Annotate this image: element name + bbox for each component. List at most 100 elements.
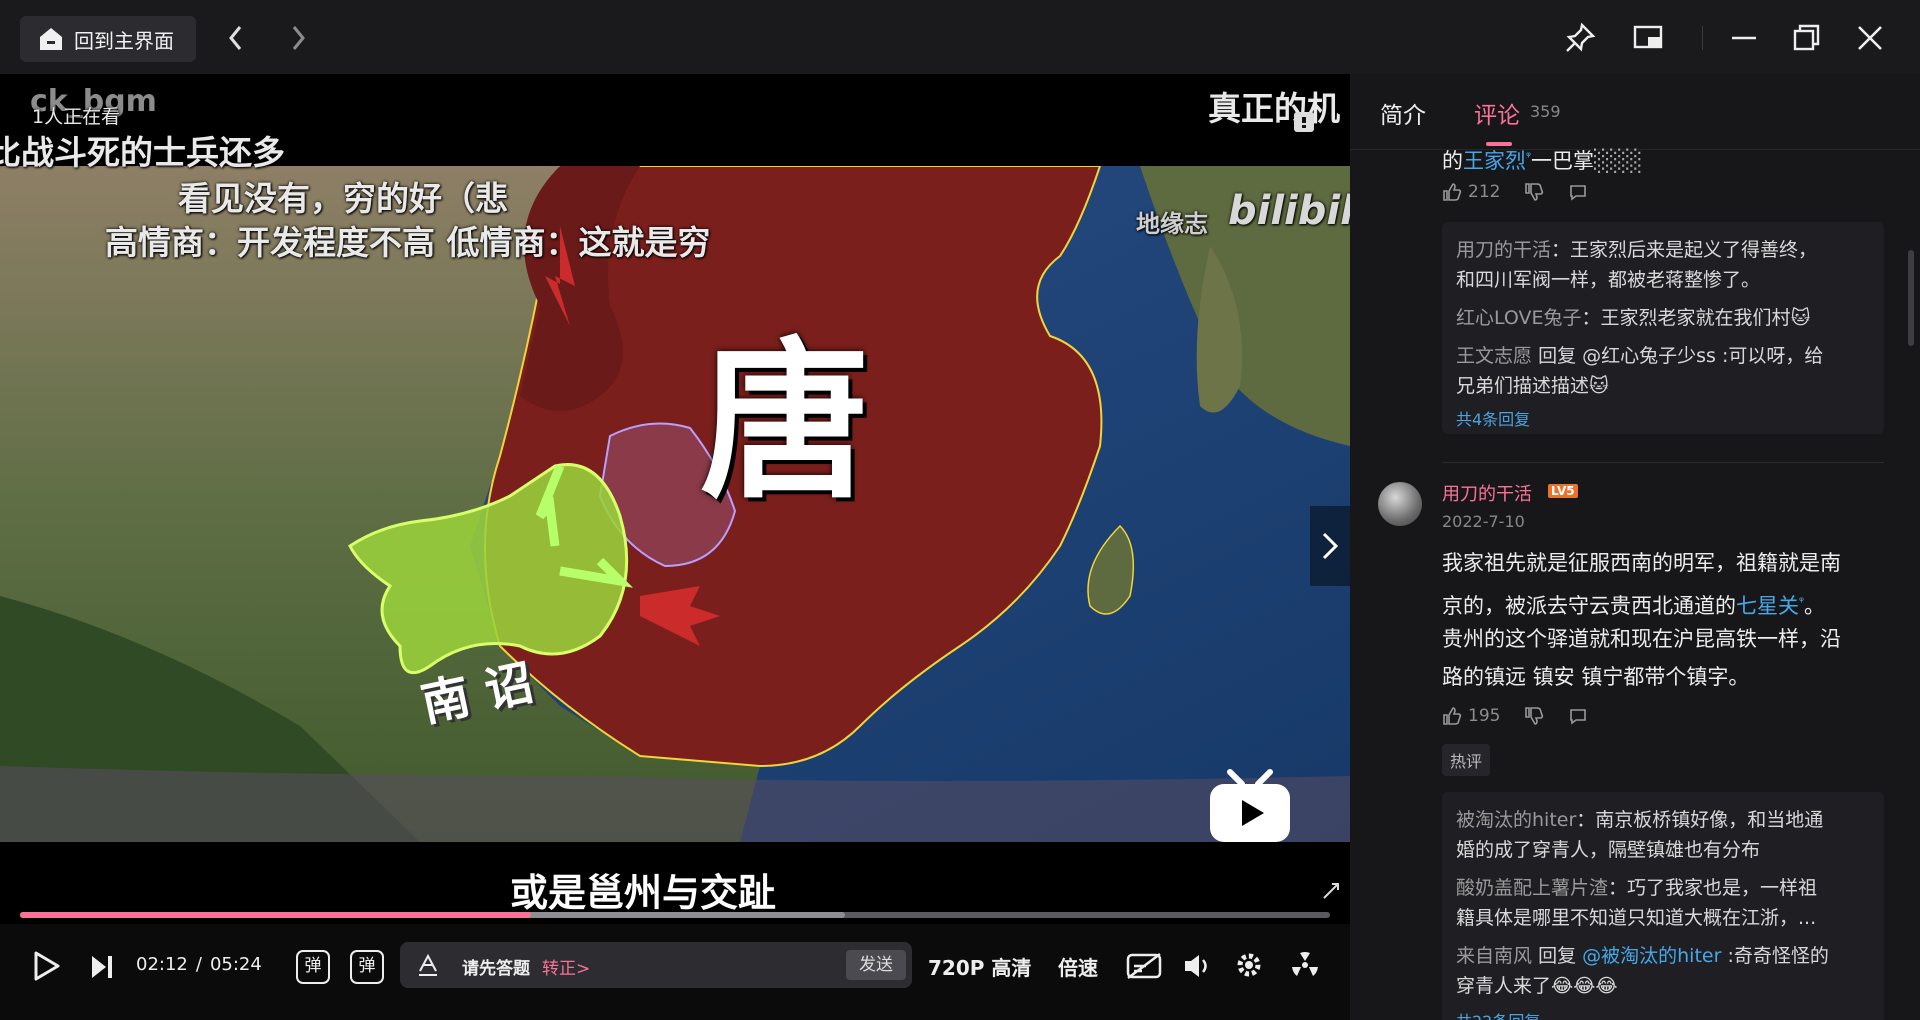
reply-3-cont: 兄弟们描述描述🐱 bbox=[1456, 370, 1609, 402]
danmaku-2: 高情商：开发程度不高 低情商：这就是穷 bbox=[105, 223, 711, 262]
like-count: 195 bbox=[1468, 706, 1501, 726]
reply-1: 用刀的干活：王家烈后来是起义了得善终， bbox=[1456, 234, 1817, 266]
scrollbar[interactable] bbox=[1908, 250, 1914, 346]
forward-button[interactable] bbox=[288, 24, 308, 52]
mini-player-icon[interactable] bbox=[1632, 22, 1664, 54]
comment-line-4: 路的镇远 镇安 镇宁都带个镇字。 bbox=[1442, 665, 1750, 689]
mention[interactable]: @红心兔子少ss bbox=[1582, 345, 1716, 367]
subtitle: 或是邕州与交趾 bbox=[510, 871, 777, 915]
more-replies-link[interactable]: 共22条回复 bbox=[1456, 1008, 1540, 1020]
speed-button[interactable]: 倍速 bbox=[1058, 952, 1098, 981]
danmaku-upgrade-link[interactable]: 转正> bbox=[542, 954, 590, 979]
tab-comments[interactable]: 评论 bbox=[1474, 96, 1520, 130]
danmaku-settings[interactable]: 弹 bbox=[350, 950, 384, 984]
time-total: 05:24 bbox=[209, 954, 262, 975]
level-badge: LV5 bbox=[1548, 484, 1578, 498]
tab-intro[interactable]: 简介 bbox=[1380, 96, 1426, 130]
reply-user[interactable]: 酸奶盖配上薯片渣 bbox=[1456, 877, 1608, 899]
reply-2-cont: 籍具体是哪里不知道只知道大概在江浙，... bbox=[1456, 907, 1817, 929]
keyword-link[interactable]: 七星关 bbox=[1736, 594, 1799, 618]
danmaku-input[interactable]: 请先答题 转正> bbox=[400, 942, 912, 988]
danmaku-toggle-icon: 弹 bbox=[304, 956, 322, 976]
avatar[interactable] bbox=[1378, 482, 1422, 526]
mention[interactable]: @被淘汰的hiter bbox=[1582, 945, 1721, 967]
dislike-icon[interactable] bbox=[1524, 706, 1544, 726]
minimize-button[interactable] bbox=[1728, 22, 1760, 54]
comment-actions-2: 195 bbox=[1442, 706, 1588, 726]
keyword-link[interactable]: 王家烈 bbox=[1463, 149, 1526, 173]
dislike-icon[interactable] bbox=[1524, 182, 1544, 202]
home-label: 回到主界面 bbox=[74, 28, 174, 53]
comment-line-1: 我家祖先就是征服西南的明军，祖籍就是南 bbox=[1442, 551, 1841, 575]
hot-comment-tag: 热评 bbox=[1442, 744, 1491, 776]
send-button[interactable]: 发送 bbox=[846, 950, 906, 980]
video-frame-map bbox=[0, 166, 1350, 842]
reply-user[interactable]: 红心LOVE兔子 bbox=[1456, 307, 1582, 329]
time-sep: / bbox=[195, 954, 202, 975]
emoji-icon: 😂😂😂 bbox=[1551, 975, 1618, 997]
home-icon bbox=[40, 28, 62, 50]
comment-tail-suffix: 一巴掌 bbox=[1531, 149, 1594, 173]
like-icon[interactable] bbox=[1442, 706, 1462, 726]
video-player[interactable]: ck_bgm 1人正在看 真正的机 比战斗死的士兵还多 看见没有，穷的好（悲 高… bbox=[0, 74, 1350, 924]
settings-gear-icon[interactable] bbox=[1234, 950, 1264, 980]
comment-actions-1: 212 bbox=[1442, 182, 1588, 202]
reply-text: ：王家烈后来是起义了得善终， bbox=[1551, 239, 1818, 261]
reply-user[interactable]: 来自南风 bbox=[1456, 945, 1532, 967]
reply-user[interactable]: 用刀的干活 bbox=[1456, 239, 1551, 261]
danmaku-top-right: 真正的机 bbox=[1208, 89, 1340, 128]
reply-text: ：南京板桥镇好像，和当地通 bbox=[1576, 809, 1824, 831]
back-button[interactable] bbox=[226, 24, 246, 52]
title-bar: 回到主界面 bbox=[0, 0, 1920, 74]
reply-1-cont: 婚的成了穿青人，隔壁镇雄也有分布 bbox=[1456, 839, 1761, 861]
quality-button[interactable]: 720P 高清 bbox=[928, 952, 1031, 981]
play-button[interactable] bbox=[32, 950, 62, 982]
subtitle-off-icon[interactable] bbox=[1126, 952, 1162, 980]
reply-thread-2: 被淘汰的hiter：南京板桥镇好像，和当地通 婚的成了穿青人，隔壁镇雄也有分布 … bbox=[1442, 792, 1884, 1020]
more-replies-link[interactable]: 共4条回复 bbox=[1456, 406, 1530, 430]
danmaku-toggle[interactable]: 弹 bbox=[296, 950, 330, 984]
font-style-icon[interactable] bbox=[416, 953, 440, 977]
radiation-effect-icon[interactable] bbox=[1290, 950, 1320, 980]
fullscreen-web-icon[interactable] bbox=[1322, 882, 1340, 900]
danmaku-settings-icon: 弹 bbox=[358, 956, 376, 976]
reply-user[interactable]: 王文志愿 bbox=[1456, 345, 1532, 367]
reply-text: 穿青人来了 bbox=[1456, 975, 1552, 997]
reply-text: :可以呀，给 bbox=[1721, 345, 1824, 367]
next-button[interactable] bbox=[90, 954, 114, 980]
channel-mark: 地缘志 bbox=[1136, 210, 1208, 238]
like-icon[interactable] bbox=[1442, 182, 1462, 202]
viewer-count: 1人正在看 bbox=[32, 106, 121, 128]
time-current: 02:12 bbox=[136, 954, 188, 975]
emoji-icon: ░░░ bbox=[1594, 149, 1643, 173]
comment-line-2: 京的，被派去守云贵西北通道的七星关ᵠ。 bbox=[1442, 582, 1825, 625]
map-label-tang: 唐 bbox=[700, 322, 871, 522]
reply-icon[interactable] bbox=[1568, 706, 1588, 726]
progress-bar[interactable] bbox=[20, 912, 531, 918]
pin-icon[interactable] bbox=[1564, 22, 1596, 54]
danmaku-scroll: 比战斗死的士兵还多 bbox=[0, 133, 285, 172]
next-episode-arrow[interactable] bbox=[1310, 506, 1350, 586]
like-count: 212 bbox=[1468, 182, 1501, 202]
comment-count: 359 bbox=[1530, 102, 1561, 121]
reply-thread-1: 用刀的干活：王家烈后来是起义了得善终， 和四川军阀一样，都被老蒋整惨了。 红心L… bbox=[1442, 222, 1884, 434]
emoji-icon: 🐱 bbox=[1589, 375, 1609, 397]
comment-tail: 的王家烈ᵠ一巴掌░░░ bbox=[1442, 140, 1642, 177]
comment-user[interactable]: 用刀的干活 bbox=[1442, 480, 1532, 506]
home-button[interactable]: 回到主界面 bbox=[20, 16, 196, 62]
report-icon[interactable] bbox=[1292, 110, 1316, 134]
comment-text: 。 bbox=[1804, 594, 1825, 618]
emoji-icon: 🐱 bbox=[1790, 307, 1811, 329]
reply-icon[interactable] bbox=[1568, 182, 1588, 202]
restore-button[interactable] bbox=[1790, 22, 1822, 54]
reply-text: ：王家烈老家就在我们村 bbox=[1581, 307, 1791, 329]
danmaku-1: 看见没有，穷的好（悲 bbox=[178, 179, 508, 218]
reply-1: 被淘汰的hiter：南京板桥镇好像，和当地通 bbox=[1456, 804, 1823, 836]
reply-text: ：巧了我家也是，一样祖 bbox=[1608, 877, 1818, 899]
close-button[interactable] bbox=[1854, 22, 1886, 54]
reply-text: :奇奇怪怪的 bbox=[1727, 945, 1829, 967]
volume-icon[interactable] bbox=[1182, 952, 1212, 980]
reply-3: 来自南风 回复 @被淘汰的hiter :奇奇怪怪的 bbox=[1456, 940, 1829, 972]
reply-user[interactable]: 被淘汰的hiter bbox=[1456, 809, 1576, 831]
reply-word: 回复 bbox=[1538, 345, 1577, 367]
